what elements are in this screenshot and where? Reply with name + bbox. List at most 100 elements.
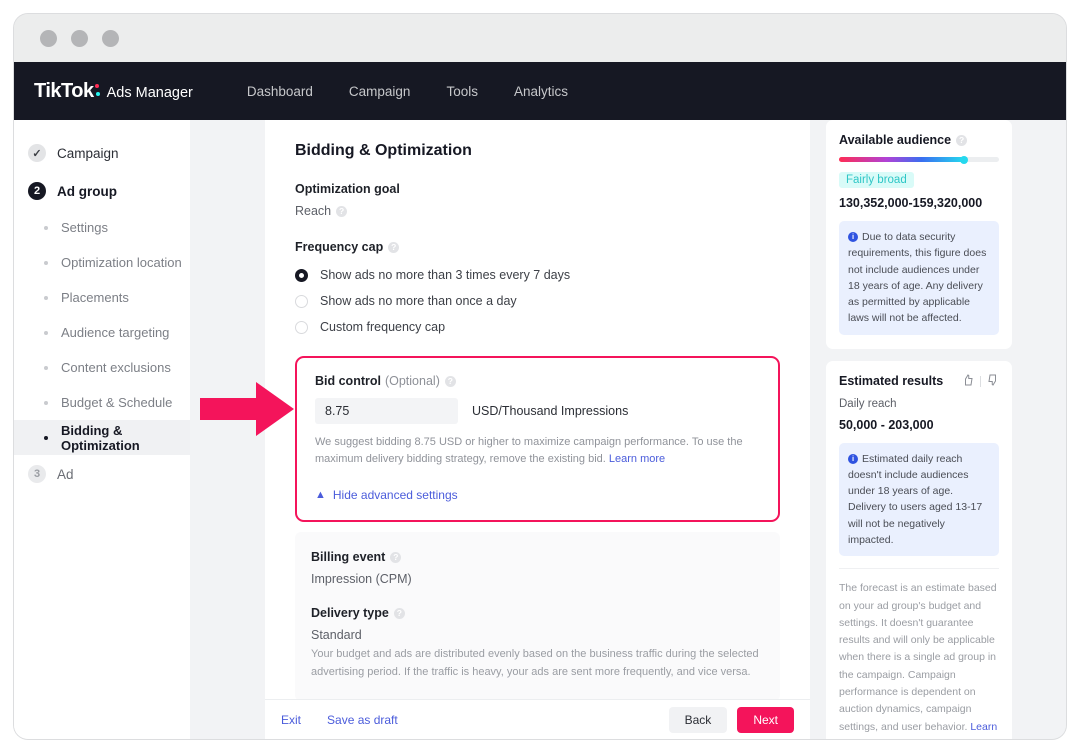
window-titlebar: [14, 14, 1066, 62]
sidebar-item-label: Settings: [61, 220, 108, 235]
hide-advanced-label: Hide advanced settings: [332, 488, 458, 503]
radio-icon[interactable]: [295, 268, 308, 282]
help-icon[interactable]: ?: [388, 241, 400, 253]
sidebar-item-settings[interactable]: Settings: [14, 210, 190, 245]
help-icon[interactable]: ?: [390, 551, 402, 563]
tiktok-logo: TikTok: [34, 80, 100, 103]
available-audience-card: Available audience ? Fairly broad 130,35…: [826, 120, 1012, 349]
exit-link[interactable]: Exit: [281, 713, 301, 727]
audience-level-badge: Fairly broad: [839, 172, 914, 188]
sidebar-item-label: Placements: [61, 290, 129, 305]
audience-notice: i Due to data security requirements, this…: [839, 221, 999, 335]
step-number-badge: 2: [28, 182, 46, 200]
sidebar-step-ad-group[interactable]: 2 Ad group: [14, 172, 190, 210]
save-as-draft-link[interactable]: Save as draft: [327, 713, 398, 727]
help-icon[interactable]: ?: [393, 607, 405, 619]
delivery-type-value: Standard: [311, 628, 362, 643]
sidebar-step-label: Ad group: [57, 183, 117, 199]
sidebar-item-content-exclusions[interactable]: Content exclusions: [14, 350, 190, 385]
audience-breadth-meter: [839, 155, 999, 164]
radio-icon[interactable]: [295, 320, 308, 334]
sidebar-item-placements[interactable]: Placements: [14, 280, 190, 315]
sidebar-step-campaign[interactable]: ✓ Campaign: [14, 134, 190, 172]
frequency-option-3-times-7-days[interactable]: Show ads no more than 3 times every 7 da…: [295, 262, 780, 288]
window-close-dot[interactable]: [40, 29, 57, 47]
brand[interactable]: TikTok Ads Manager: [34, 80, 193, 103]
learn-more-link[interactable]: Learn more: [609, 453, 665, 465]
sidebar-item-label: Bidding & Optimization: [61, 422, 140, 453]
back-button[interactable]: Back: [668, 706, 728, 733]
main-content: Bidding & Optimization Optimization goal…: [265, 120, 810, 739]
window-maximize-dot[interactable]: [102, 29, 119, 47]
bullet-icon: [44, 260, 48, 265]
frequency-option-custom[interactable]: Custom frequency cap: [295, 314, 780, 340]
estimated-results-title: Estimated results: [839, 373, 999, 389]
available-audience-title: Available audience ?: [839, 133, 999, 147]
daily-reach-label: Daily reach: [839, 397, 897, 410]
delivery-type-description: Your budget and ads are distributed even…: [311, 648, 759, 678]
sidebar-item-label: Audience targeting: [61, 325, 170, 340]
nav-link-analytics[interactable]: Analytics: [496, 84, 586, 99]
thumbs-down-icon[interactable]: [987, 374, 999, 389]
audience-meter-marker: [959, 155, 968, 164]
bid-unit-label: USD/Thousand Impressions: [472, 404, 629, 418]
help-icon[interactable]: ?: [956, 134, 968, 146]
sidebar-step-label: Campaign: [57, 145, 119, 161]
sidebar-item-bidding-optimization[interactable]: Bidding & Optimization: [14, 420, 190, 455]
sidebar-step-ad[interactable]: 3 Ad: [14, 455, 190, 493]
help-icon[interactable]: ?: [444, 375, 456, 387]
sidebar-item-label: Budget & Schedule: [61, 395, 173, 410]
optimization-goal-label: Optimization goal: [295, 182, 400, 196]
bid-control-optional: (Optional): [384, 374, 440, 388]
top-navbar: TikTok Ads Manager Dashboard Campaign To…: [14, 62, 1066, 120]
bullet-icon: [44, 365, 48, 370]
radio-label: Show ads no more than 3 times every 7 da…: [320, 268, 571, 282]
sidebar-item-budget-schedule[interactable]: Budget & Schedule: [14, 385, 190, 420]
bullet-icon: [44, 225, 48, 230]
info-icon: i: [848, 453, 858, 464]
frequency-option-once-a-day[interactable]: Show ads no more than once a day: [295, 288, 780, 314]
frequency-cap-label: Frequency cap ?: [295, 240, 780, 254]
bullet-icon: [44, 295, 48, 300]
hide-advanced-settings-toggle[interactable]: ▲ Hide advanced settings: [315, 488, 760, 502]
app-body: ✓ Campaign 2 Ad group Settings Optimizat…: [14, 120, 1066, 739]
nav-link-tools[interactable]: Tools: [428, 84, 496, 99]
nav-link-campaign[interactable]: Campaign: [331, 84, 429, 99]
radio-icon[interactable]: [295, 294, 308, 308]
audience-range-value: 130,352,000-159,320,000: [839, 196, 983, 210]
sidebar-item-label: Content exclusions: [61, 360, 171, 375]
product-name: Ads Manager: [106, 84, 193, 101]
info-icon: i: [848, 232, 858, 242]
sidebar-item-optimization-location[interactable]: Optimization location: [14, 245, 190, 280]
step-number-badge: 3: [28, 465, 46, 483]
radio-label: Show ads no more than once a day: [320, 294, 517, 308]
sidebar: ✓ Campaign 2 Ad group Settings Optimizat…: [14, 120, 190, 739]
bid-amount-input[interactable]: [315, 398, 458, 424]
check-icon: ✓: [28, 144, 46, 162]
forecast-disclaimer: The forecast is an estimate based on you…: [839, 568, 999, 739]
sidebar-item-label: Optimization location: [61, 255, 182, 270]
estimated-results-card: Estimated results Daily reach 50,000 - 2…: [826, 360, 1012, 739]
help-icon[interactable]: ?: [336, 205, 348, 217]
radio-label: Custom frequency cap: [320, 320, 446, 334]
window-minimize-dot[interactable]: [71, 29, 88, 47]
bullet-icon: [44, 400, 48, 405]
divider: [980, 375, 981, 387]
thumbs-up-icon[interactable]: [962, 373, 974, 389]
next-button[interactable]: Next: [737, 706, 794, 733]
browser-window: TikTok Ads Manager Dashboard Campaign To…: [14, 14, 1066, 739]
sidebar-item-audience-targeting[interactable]: Audience targeting: [14, 315, 190, 350]
right-rail: Available audience ? Fairly broad 130,35…: [826, 120, 1012, 739]
chevron-up-icon: ▲: [315, 489, 326, 502]
nav-link-dashboard[interactable]: Dashboard: [229, 84, 331, 99]
bid-control-highlight-box: Bid control (Optional) ? USD/Thousand Im…: [295, 356, 780, 523]
billing-event-value: Impression (CPM): [311, 572, 412, 587]
nav-links: Dashboard Campaign Tools Analytics: [229, 84, 586, 99]
bid-control-label: Bid control (Optional) ?: [315, 374, 760, 388]
bid-hint-text: We suggest bidding 8.75 USD or higher to…: [315, 436, 743, 466]
daily-reach-value: 50,000 - 203,000: [839, 417, 934, 432]
sidebar-step-label: Ad: [57, 466, 74, 482]
estimated-results-notice: i Estimated daily reach doesn't include a…: [839, 442, 999, 557]
footer-bar: Exit Save as draft Back Next: [265, 699, 810, 739]
page-title: Bidding & Optimization: [295, 142, 472, 159]
